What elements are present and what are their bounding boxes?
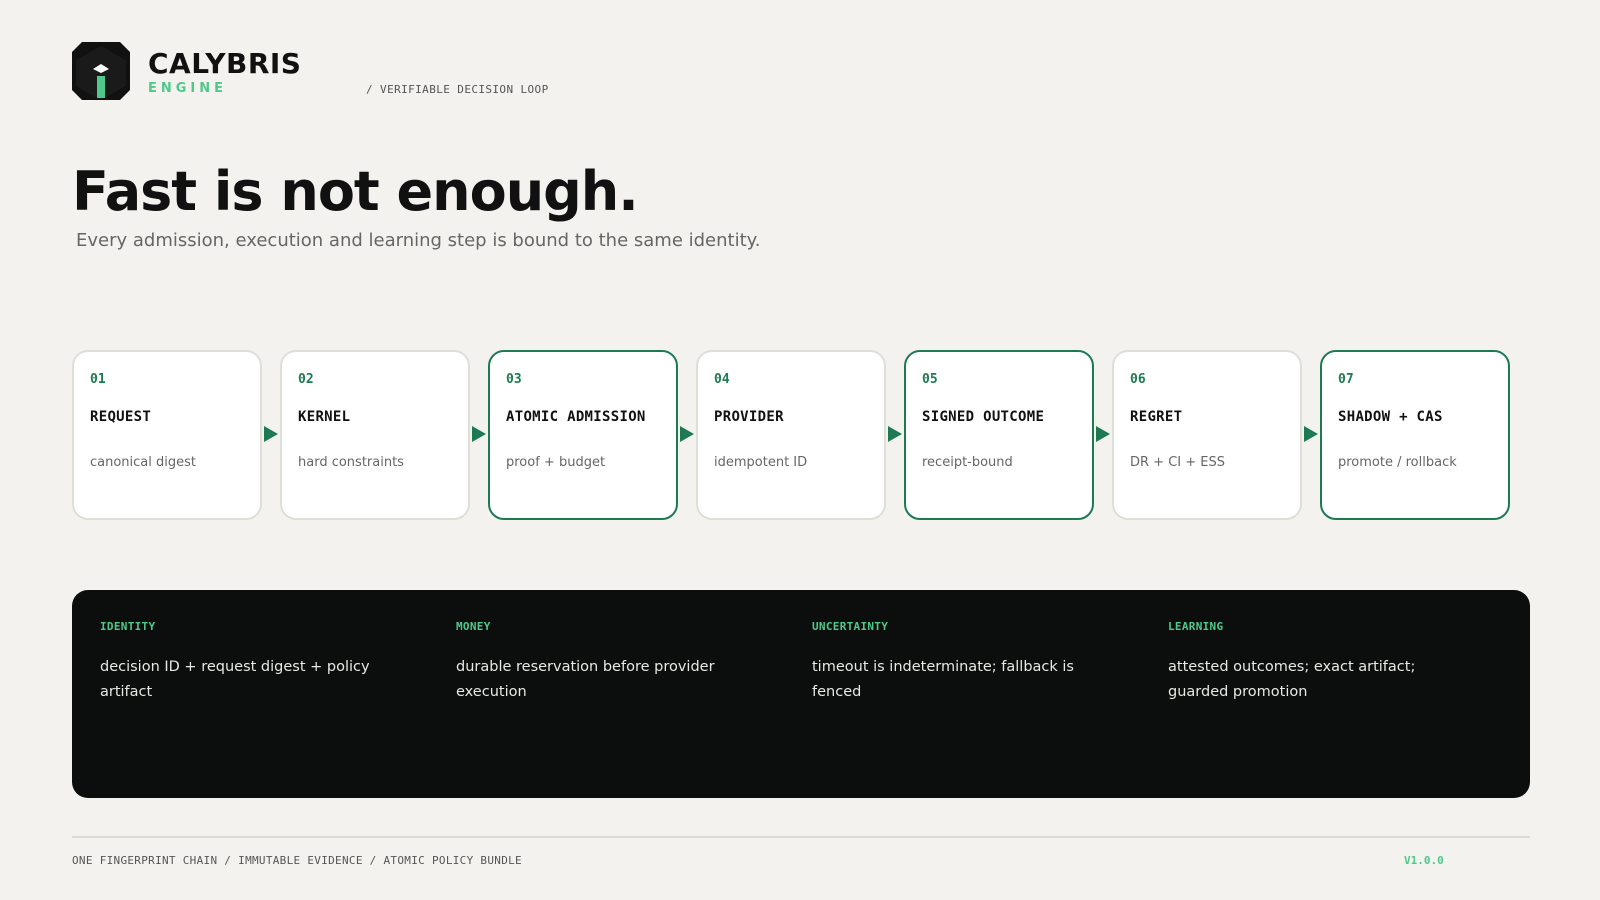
triangle-right-icon (264, 426, 278, 442)
step-description: receipt-bound (922, 455, 1013, 470)
pillar-label: MONEY (456, 620, 491, 633)
triangle-right-icon (1096, 426, 1110, 442)
step-card-kernel: 02 KERNEL hard constraints (280, 350, 470, 520)
pillar-identity: IDENTITY decision ID + request digest + … (100, 620, 410, 705)
step-title: ATOMIC ADMISSION (506, 409, 646, 425)
headline: Fast is not enough. (72, 160, 639, 223)
step-card-request: 01 REQUEST canonical digest (72, 350, 262, 520)
triangle-right-icon (680, 426, 694, 442)
pillar-uncertainty: UNCERTAINTY timeout is indeterminate; fa… (812, 620, 1122, 705)
header: CALYBRIS ENGINE / VERIFIABLE DECISION LO… (72, 42, 1528, 102)
triangle-right-icon (1304, 426, 1318, 442)
step-description: idempotent ID (714, 455, 808, 470)
step-card-shadow-cas: 07 SHADOW + CAS promote / rollback (1320, 350, 1510, 520)
step-number: 05 (922, 372, 938, 387)
footer-caption: ONE FINGERPRINT CHAIN / IMMUTABLE EVIDEN… (72, 854, 522, 867)
pipeline: 01 REQUEST canonical digest 02 KERNEL ha… (72, 350, 1512, 522)
step-number: 04 (714, 372, 730, 387)
step-number: 06 (1130, 372, 1146, 387)
triangle-right-icon (472, 426, 486, 442)
step-description: DR + CI + ESS (1130, 455, 1225, 470)
pillar-text: durable reservation before provider exec… (456, 659, 715, 700)
step-title: REGRET (1130, 409, 1183, 425)
pillar-text: decision ID + request digest + policy ar… (100, 659, 370, 700)
step-number: 02 (298, 372, 314, 387)
step-description: canonical digest (90, 455, 196, 470)
step-number: 07 (1338, 372, 1354, 387)
brand: CALYBRIS ENGINE (148, 47, 302, 97)
triangle-right-icon (888, 426, 902, 442)
pillars-panel: IDENTITY decision ID + request digest + … (72, 590, 1530, 798)
footer-divider (72, 836, 1530, 838)
step-number: 03 (506, 372, 522, 387)
pillar-label: UNCERTAINTY (812, 620, 889, 633)
step-card-atomic-admission: 03 ATOMIC ADMISSION proof + budget (488, 350, 678, 520)
pillar-learning: LEARNING attested outcomes; exact artifa… (1168, 620, 1478, 705)
step-title: SIGNED OUTCOME (922, 409, 1045, 425)
tagline: / VERIFIABLE DECISION LOOP (366, 83, 549, 96)
hexagon-logo-icon (72, 42, 130, 100)
step-card-provider: 04 PROVIDER idempotent ID (696, 350, 886, 520)
version-label: V1.0.0 (1404, 854, 1444, 867)
step-title: PROVIDER (714, 409, 784, 425)
brand-name: CALYBRIS (148, 47, 302, 80)
pillar-money: MONEY durable reservation before provide… (456, 620, 766, 705)
pillar-text: attested outcomes; exact artifact; guard… (1168, 659, 1416, 700)
pillar-label: IDENTITY (100, 620, 156, 633)
step-card-signed-outcome: 05 SIGNED OUTCOME receipt-bound (904, 350, 1094, 520)
step-description: promote / rollback (1338, 455, 1457, 470)
subheadline: Every admission, execution and learning … (76, 230, 761, 251)
step-number: 01 (90, 372, 106, 387)
step-title: SHADOW + CAS (1338, 409, 1443, 425)
pillar-label: LEARNING (1168, 620, 1224, 633)
step-title: REQUEST (90, 409, 152, 425)
brand-subtitle: ENGINE (148, 81, 228, 96)
step-card-regret: 06 REGRET DR + CI + ESS (1112, 350, 1302, 520)
step-description: hard constraints (298, 455, 404, 470)
step-title: KERNEL (298, 409, 351, 425)
pillar-text: timeout is indeterminate; fallback is fe… (812, 659, 1074, 700)
step-description: proof + budget (506, 455, 606, 470)
